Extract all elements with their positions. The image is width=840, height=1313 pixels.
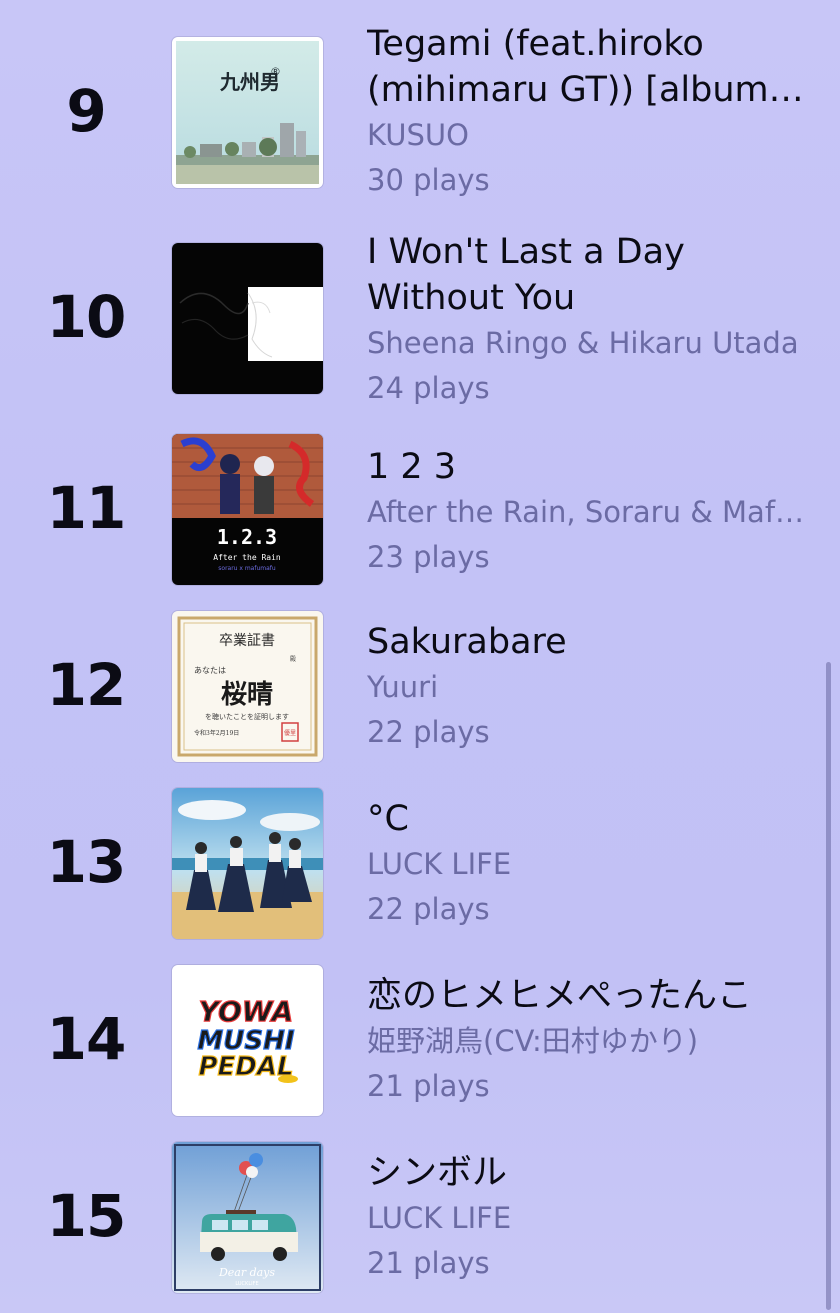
track-play-count: 22 plays xyxy=(367,715,490,749)
beach-students-album-art[interactable] xyxy=(172,788,323,939)
album-art-text: 1.2.3 xyxy=(217,525,277,549)
track-title: Tegami (feat.hiroko (mihimaru GT)) [albu… xyxy=(367,24,769,110)
kyushu-otoko-album-art[interactable]: 九州男 ® xyxy=(172,37,323,188)
track-rank: 13 xyxy=(46,828,127,896)
track-play-count: 30 plays xyxy=(367,163,490,197)
album-art-text: After the Rain xyxy=(213,553,281,562)
album-art-text: Dear days xyxy=(218,1266,275,1279)
track-rank: 9 xyxy=(66,77,106,145)
yowamushi-pedal-album-art[interactable]: YOWA MUSHI PEDAL xyxy=(172,965,323,1116)
track-artist[interactable]: 姫野湖鳥(CV:田村ゆかり) xyxy=(367,1019,807,1064)
track-artist[interactable]: Sheena Ringo & Hikaru Utada xyxy=(367,321,807,366)
after-the-rain-123-album-art[interactable]: 1.2.3 After the Rain soraru x mafumafu xyxy=(172,434,323,585)
track-play-count: 24 plays xyxy=(367,371,490,405)
track-title: I Won't Last a Day Without You xyxy=(367,232,685,318)
scrollbar[interactable] xyxy=(826,662,831,1310)
track-info: Tegami (feat.hiroko (mihimaru GT)) [albu… xyxy=(367,21,807,203)
track-artist[interactable]: LUCK LIFE xyxy=(367,1196,807,1241)
track-info: I Won't Last a Day Without You Sheena Ri… xyxy=(367,229,807,411)
album-art-text: 卒業証書 xyxy=(219,633,275,649)
track-info: °C LUCK LIFE 22 plays xyxy=(367,796,807,932)
track-title: Sakurabare xyxy=(367,622,567,662)
track-row-11[interactable]: 11 1.2.3 After the Rain soraru x mafumaf… xyxy=(0,434,840,585)
track-rank: 10 xyxy=(46,283,127,351)
album-art-text: LUCKLIFE xyxy=(235,1281,258,1287)
black-white-album-art[interactable] xyxy=(172,243,323,394)
certificate-album-art[interactable]: 卒業証書 殿 あなたは 桜晴 を聴いたことを証明します 令和3年2月19日 優里 xyxy=(172,611,323,762)
dear-days-van-album-art[interactable]: Dear days LUCKLIFE xyxy=(172,1142,323,1293)
track-info: 恋のヒメヒメぺったんこ 姫野湖鳥(CV:田村ゆかり) 21 plays xyxy=(367,973,807,1109)
track-info: 1 2 3 After the Rain, Soraru & Mafumafu … xyxy=(367,444,807,580)
top-tracks-list: 9 九州男 ® Tegami (feat.hiroko (mihimaru GT… xyxy=(0,0,840,1313)
track-artist[interactable]: Yuuri xyxy=(367,665,807,710)
album-art-text: 殿 xyxy=(290,656,296,663)
album-art-text: YOWA xyxy=(199,995,294,1028)
track-row-10[interactable]: 10 I Won't Last a Day Without You Sheena… xyxy=(0,232,840,405)
album-art-text: 令和3年2月19日 xyxy=(194,729,239,737)
track-play-count: 22 plays xyxy=(367,892,490,926)
track-play-count: 21 plays xyxy=(367,1246,490,1280)
track-title: 恋のヒメヒメぺったんこ xyxy=(367,976,753,1016)
track-title: 1 2 3 xyxy=(367,447,457,487)
track-rank: 14 xyxy=(46,1005,127,1073)
track-rank: 11 xyxy=(46,474,127,542)
album-art-text: soraru x mafumafu xyxy=(218,565,276,572)
track-row-12[interactable]: 12 卒業証書 殿 あなたは 桜晴 を聴いたことを証明します 令和3年2月19日… xyxy=(0,611,840,762)
track-row-13[interactable]: 13 °C LUCK LIFE 22 plays xyxy=(0,788,840,939)
track-artist[interactable]: After the Rain, Soraru & Mafumafu xyxy=(367,490,807,535)
album-art-text: を聴いたことを証明します xyxy=(205,712,289,721)
track-play-count: 23 plays xyxy=(367,540,490,574)
track-rank: 15 xyxy=(46,1182,127,1250)
track-row-15[interactable]: 15 Dear days LUCKLIFE シンボル LUCK LIFE 21 … xyxy=(0,1142,840,1293)
album-art-text: あなたは xyxy=(194,666,226,675)
track-info: シンボル LUCK LIFE 21 plays xyxy=(367,1150,807,1286)
track-title: °C xyxy=(367,799,409,839)
track-title: シンボル xyxy=(367,1153,508,1193)
track-row-9[interactable]: 9 九州男 ® Tegami (feat.hiroko (mihimaru GT… xyxy=(0,24,840,197)
track-play-count: 21 plays xyxy=(367,1069,490,1103)
track-row-14[interactable]: 14 YOWA MUSHI PEDAL 恋のヒメヒメぺったんこ 姫野湖鳥(CV:… xyxy=(0,965,840,1116)
track-rank: 12 xyxy=(46,651,127,719)
track-info: Sakurabare Yuuri 22 plays xyxy=(367,619,807,755)
track-artist[interactable]: KUSUO xyxy=(367,113,807,158)
album-art-text: 優里 xyxy=(284,729,296,737)
album-art-text: 桜晴 xyxy=(221,680,273,710)
track-artist[interactable]: LUCK LIFE xyxy=(367,842,807,887)
album-art-text: ® xyxy=(270,65,281,78)
